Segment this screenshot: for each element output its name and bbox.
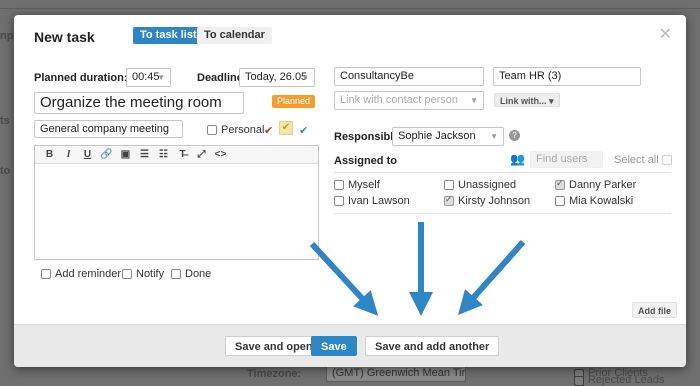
done-checkbox[interactable]: [171, 269, 181, 280]
user-checkbox[interactable]: [555, 178, 565, 191]
users-group-icon: 👥: [510, 152, 525, 166]
user-name: Myself: [348, 179, 380, 191]
clear-format-icon[interactable]: T̶: [173, 149, 192, 160]
yellow-check-icon[interactable]: ✔: [279, 121, 293, 135]
save-button[interactable]: Save: [311, 336, 357, 356]
notify-option[interactable]: Notify: [122, 268, 164, 280]
add-reminder-option[interactable]: Add reminder: [41, 268, 121, 280]
done-option[interactable]: Done: [171, 268, 211, 280]
personal-checkbox[interactable]: [207, 125, 217, 136]
category-input[interactable]: General company meeting: [34, 120, 183, 138]
planned-duration-select[interactable]: 00:45 ▼: [126, 68, 171, 87]
editor-toolbar: B I U 🔗 ▣ ☰ ☷ T̶ ⤢ <>: [35, 146, 318, 164]
user-option[interactable]: Kirsty Johnson: [444, 194, 531, 207]
dialog-footer: Save and open Save Save and add another: [14, 324, 686, 367]
bold-icon[interactable]: B: [40, 149, 59, 160]
divider: [334, 172, 671, 173]
contact-person-select[interactable]: Link with contact person ▼: [334, 91, 484, 110]
link-icon[interactable]: 🔗: [97, 149, 116, 160]
new-task-dialog: New task To task list To calendar ✕ Plan…: [14, 15, 686, 367]
save-and-open-button[interactable]: Save and open: [225, 336, 323, 356]
save-and-add-another-button[interactable]: Save and add another: [365, 336, 500, 356]
rejected-leads-checkbox[interactable]: [574, 376, 584, 386]
personal-label: Personal: [221, 124, 265, 136]
rejected-leads-label: Rejected Leads: [588, 374, 665, 386]
image-icon[interactable]: ▣: [116, 149, 135, 160]
company-input[interactable]: ConsultancyBe: [334, 67, 484, 86]
personal-option[interactable]: Personal: [207, 124, 264, 136]
blue-check-icon[interactable]: ✔: [299, 124, 308, 137]
planned-duration-label: Planned duration:: [34, 72, 128, 84]
add-reminder-label: Add reminder: [55, 268, 122, 280]
help-icon[interactable]: ?: [509, 130, 520, 141]
description-editor[interactable]: B I U 🔗 ▣ ☰ ☷ T̶ ⤢ <>: [34, 145, 319, 260]
bg-fragment-2: ts: [0, 115, 10, 127]
responsible-select[interactable]: Sophie Jackson ▼: [392, 127, 504, 146]
user-option[interactable]: Ivan Lawson: [334, 195, 410, 207]
user-name: Mia Kowalski: [569, 195, 634, 207]
select-all-label: Select all: [614, 154, 659, 166]
tab-task-list[interactable]: To task list: [133, 27, 204, 44]
assigned-to-label: Assigned to: [334, 155, 397, 167]
chevron-down-icon: ▼: [157, 73, 165, 82]
contact-placeholder: Link with contact person: [340, 94, 459, 106]
user-name: Ivan Lawson: [348, 195, 410, 207]
user-name: Danny Parker: [569, 179, 637, 191]
user-option[interactable]: Myself: [334, 179, 380, 191]
chevron-down-icon: ▼: [301, 73, 309, 82]
user-checkbox[interactable]: [334, 196, 344, 207]
task-name-input[interactable]: Organize the meeting room: [34, 92, 244, 114]
divider: [334, 213, 671, 214]
notify-label: Notify: [136, 268, 165, 280]
find-users-placeholder: Find users: [536, 153, 588, 165]
dialog-title: New task: [34, 29, 95, 45]
underline-icon[interactable]: U: [78, 149, 97, 160]
bulleted-list-icon[interactable]: ☰: [135, 149, 154, 160]
deadline-select[interactable]: Today, 26.05 ▼: [239, 68, 315, 87]
user-name: Unassigned: [458, 179, 517, 191]
chevron-down-icon: ▼: [490, 132, 498, 141]
add-reminder-checkbox[interactable]: [41, 269, 51, 280]
chevron-down-icon: ▾: [549, 96, 554, 106]
user-option[interactable]: Unassigned: [444, 179, 516, 191]
planned-duration-value: 00:45: [132, 71, 160, 83]
user-checkbox[interactable]: [334, 180, 344, 191]
user-checkbox[interactable]: [444, 194, 454, 207]
done-label: Done: [185, 268, 212, 280]
tab-calendar[interactable]: To calendar: [197, 27, 272, 44]
link-with-button[interactable]: Link with... ▾: [494, 93, 560, 107]
select-all-checkbox[interactable]: [661, 155, 672, 166]
select-all-option[interactable]: Select all: [614, 154, 676, 166]
numbered-list-icon[interactable]: ☷: [154, 149, 173, 160]
source-code-icon[interactable]: <>: [211, 149, 230, 160]
notify-checkbox[interactable]: [122, 269, 132, 280]
status-badge: Planned: [272, 95, 316, 108]
user-name: Kirsty Johnson: [458, 195, 531, 207]
find-users-input[interactable]: Find users: [530, 151, 603, 168]
user-option[interactable]: Mia Kowalski: [555, 195, 633, 207]
timezone-label: Timezone:: [247, 368, 302, 380]
chevron-down-icon: ▼: [470, 96, 478, 105]
user-checkbox[interactable]: [444, 180, 454, 191]
team-input[interactable]: Team HR (3): [493, 67, 641, 86]
responsible-value: Sophie Jackson: [398, 130, 476, 142]
close-icon[interactable]: ✕: [659, 24, 672, 44]
user-checkbox[interactable]: [555, 196, 565, 207]
link-with-label: Link with...: [500, 96, 547, 106]
user-option[interactable]: Danny Parker: [555, 178, 637, 191]
fullscreen-icon[interactable]: ⤢: [192, 149, 211, 160]
add-file-button[interactable]: Add file: [632, 302, 677, 318]
red-check-icon[interactable]: ✔: [264, 124, 273, 137]
bg-fragment-1: np: [0, 30, 14, 42]
deadline-value: Today, 26.05: [245, 71, 308, 83]
italic-icon[interactable]: I: [59, 149, 78, 160]
bg-fragment-3: to: [0, 165, 11, 177]
